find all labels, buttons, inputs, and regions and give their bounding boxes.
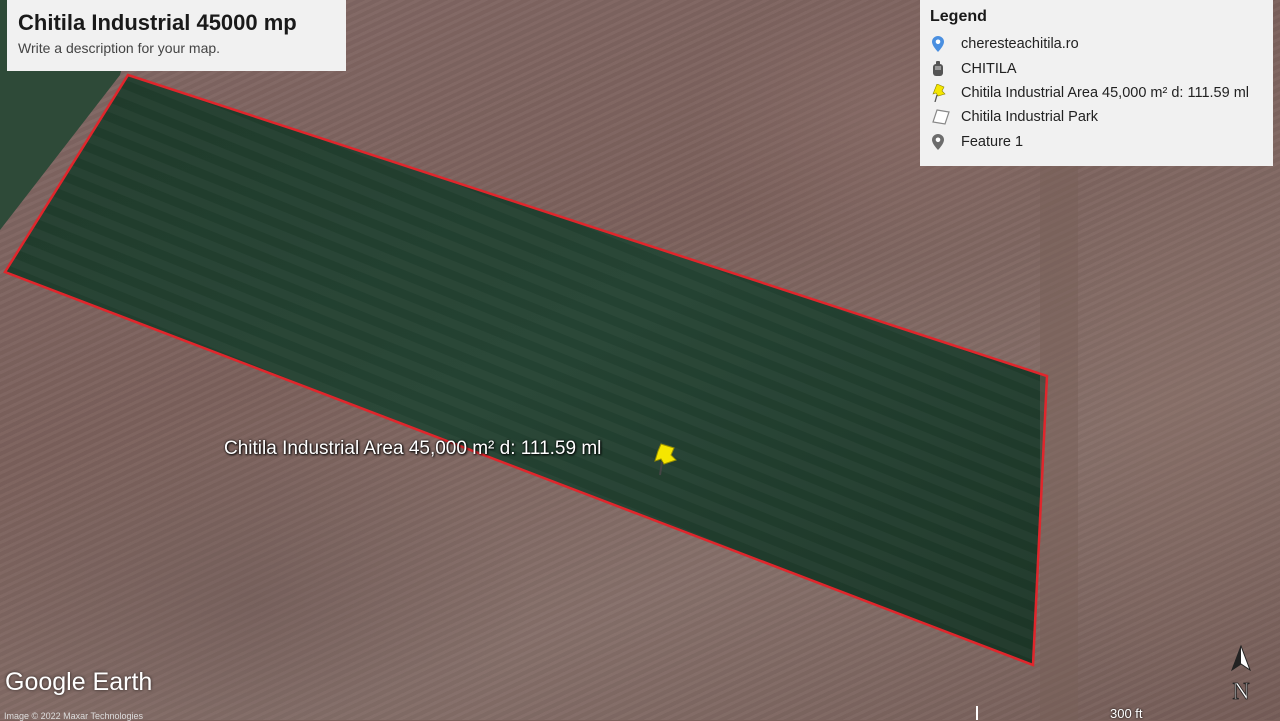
north-arrow-icon[interactable]: N xyxy=(1226,644,1256,705)
legend-item-label: cheresteachitila.ro xyxy=(961,36,1079,53)
map-description[interactable]: Write a description for your map. xyxy=(18,40,336,56)
dirt-track xyxy=(1040,165,1078,720)
scale-label: 300 ft xyxy=(1110,706,1143,721)
legend-item[interactable]: cheresteachitila.ro xyxy=(930,32,1263,56)
legend-title: Legend xyxy=(930,8,987,25)
legend-item[interactable]: Chitila Industrial Park xyxy=(930,105,1263,129)
placemark-label[interactable]: Chitila Industrial Area 45,000 m² d: 111… xyxy=(224,438,601,460)
polygon-icon xyxy=(930,109,961,126)
map-title-panel: Chitila Industrial 45000 mp Write a desc… xyxy=(7,0,346,71)
blue-placemark-icon xyxy=(930,36,961,53)
google-earth-logo: Google Earth xyxy=(5,668,153,696)
legend-item-label: CHITILA xyxy=(961,60,1017,77)
gray-building-icon xyxy=(930,60,961,77)
field-texture xyxy=(5,75,1047,665)
gray-placemark-icon xyxy=(930,133,961,150)
yellow-pushpin-icon[interactable] xyxy=(652,442,678,481)
scale-bar xyxy=(976,706,1184,720)
north-label: N xyxy=(1232,679,1249,704)
legend-item[interactable]: Feature 1 xyxy=(930,130,1263,154)
legend-item-label: Feature 1 xyxy=(961,133,1024,150)
legend-item[interactable]: Chitila Industrial Area 45,000 m² d: 111… xyxy=(930,81,1263,105)
legend-item[interactable]: CHITILA xyxy=(930,56,1263,80)
legend-item-label: Chitila Industrial Park xyxy=(961,109,1098,126)
map-title: Chitila Industrial 45000 mp xyxy=(18,10,297,35)
yellow-pushpin-icon xyxy=(930,83,961,102)
legend-item-label: Chitila Industrial Area 45,000 m² d: 111… xyxy=(961,84,1250,101)
legend-panel: Legend cheresteachitila.ro CHITILA Chiti… xyxy=(920,0,1273,166)
